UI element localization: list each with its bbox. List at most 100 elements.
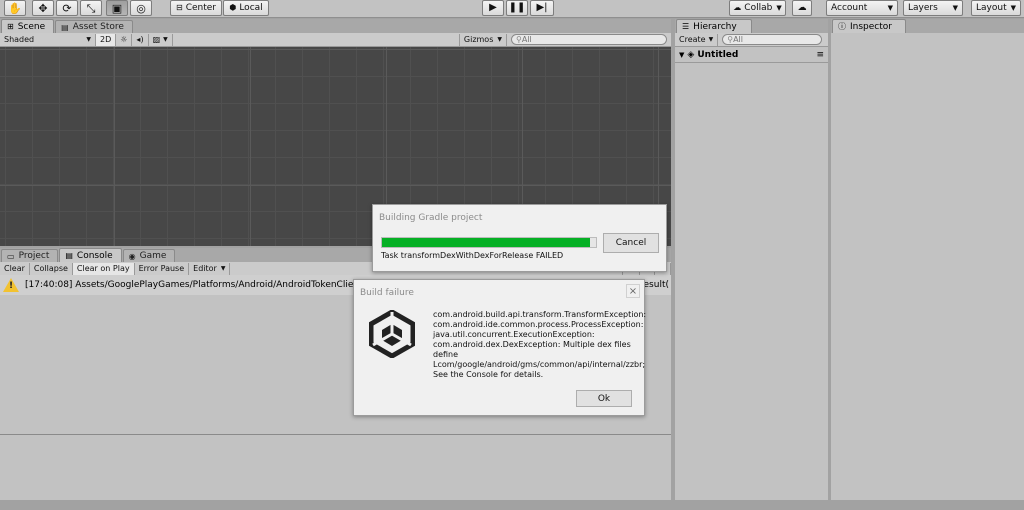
console-split-divider[interactable] bbox=[0, 434, 671, 435]
message-line: com.android.dex.DexException: Multiple d… bbox=[433, 340, 631, 349]
clear-button[interactable]: Clear bbox=[0, 262, 30, 275]
collapse-label: Collapse bbox=[33, 264, 68, 273]
rotate-tool-button[interactable]: ⟳ bbox=[56, 0, 78, 16]
tab-inspector[interactable]: ⓘ Inspector bbox=[832, 19, 906, 33]
hierarchy-search-field[interactable]: ⚲ bbox=[722, 34, 823, 45]
collab-dropdown[interactable]: ☁ Collab ▼ bbox=[729, 0, 786, 16]
account-label: Account bbox=[831, 3, 868, 13]
tab-project[interactable]: ▭ Project bbox=[1, 249, 59, 262]
audio-toggle-button[interactable]: ◂) bbox=[132, 33, 149, 46]
step-button[interactable]: ▶| bbox=[530, 0, 554, 16]
context-menu-icon[interactable]: ≡ bbox=[816, 50, 824, 60]
effects-dropdown[interactable]: ▨ ▼ bbox=[149, 33, 173, 46]
space-label: Local bbox=[239, 3, 263, 13]
chevron-down-icon: ▼ bbox=[220, 265, 226, 272]
expand-triangle-icon: ▼ bbox=[679, 51, 685, 59]
close-icon: × bbox=[628, 285, 638, 297]
clear-label: Clear bbox=[4, 264, 25, 273]
editor-dropdown[interactable]: Editor ▼ bbox=[189, 262, 231, 275]
chevron-down-icon: ▼ bbox=[1010, 4, 1016, 12]
close-button[interactable]: × bbox=[626, 284, 640, 298]
tab-game[interactable]: ◉ Game bbox=[122, 249, 176, 262]
2d-label: 2D bbox=[100, 35, 112, 44]
lighting-toggle-button[interactable]: ☼ bbox=[116, 33, 133, 46]
scene-control-bar: Shaded ▼ 2D ☼ ◂) ▨ ▼ Gizmos ▼ ⚲ bbox=[0, 33, 671, 47]
cloud-icon: ☁ bbox=[797, 2, 807, 13]
create-dropdown[interactable]: Create ▼ bbox=[675, 33, 719, 46]
scene-search-field[interactable]: ⚲ bbox=[511, 34, 667, 45]
message-line: Lcom/google/android/gms/common/api/inter… bbox=[433, 360, 646, 369]
2d-toggle-button[interactable]: 2D bbox=[96, 33, 117, 46]
chevron-down-icon: ▼ bbox=[497, 36, 502, 43]
step-icon: ▶| bbox=[536, 2, 548, 13]
scale-tool-button[interactable]: ⤡ bbox=[80, 0, 102, 16]
build-progress-bar bbox=[381, 237, 597, 248]
build-status-text: Task transformDexWithDexForRelease FAILE… bbox=[381, 251, 564, 260]
play-button[interactable]: ▶ bbox=[482, 0, 504, 16]
hierarchy-panel: ☰ Hierarchy Create ▼ ⚲ ▼ ◈ Untitled ≡ bbox=[675, 19, 828, 500]
tab-label: Scene bbox=[17, 21, 46, 32]
message-line: com.android.ide.common.process.ProcessEx… bbox=[433, 320, 644, 329]
space-toggle-button[interactable]: ⬢ Local bbox=[223, 0, 269, 16]
log-entry-tail-text: esult( bbox=[643, 280, 669, 290]
console-icon: ▤ bbox=[65, 251, 73, 260]
dialog-title: Build failure bbox=[360, 288, 414, 298]
info-icon: ⓘ bbox=[838, 22, 846, 31]
hand-icon: ✋ bbox=[8, 1, 22, 15]
collab-label: Collab bbox=[744, 3, 773, 13]
gradle-build-dialog: Building Gradle project Cancel Task tran… bbox=[372, 204, 667, 272]
ok-button[interactable]: Ok bbox=[576, 390, 632, 407]
cube-icon: ⬢ bbox=[229, 3, 237, 12]
folder-icon: ▭ bbox=[7, 251, 15, 261]
status-bar bbox=[0, 500, 671, 510]
message-line: See the Console for details. bbox=[433, 370, 544, 379]
pause-button[interactable]: ❚❚ bbox=[506, 0, 528, 16]
cancel-button[interactable]: Cancel bbox=[603, 233, 659, 253]
unity-scene-icon: ◈ bbox=[687, 50, 695, 60]
clear-on-play-button[interactable]: Clear on Play bbox=[72, 262, 135, 275]
pivot-toggle-button[interactable]: ⊟ Center bbox=[170, 0, 222, 16]
tab-label: Hierarchy bbox=[693, 21, 737, 32]
message-line: java.util.concurrent.ExecutionException: bbox=[433, 330, 595, 339]
build-progress-fill bbox=[382, 238, 590, 247]
main-toolbar: ✋ ✥ ⟳ ⤡ ▣ ◎ ⊟ Center ⬢ Local ▶ ❚❚ ▶| ☁ C… bbox=[0, 0, 1024, 18]
transform-tool-button[interactable]: ◎ bbox=[130, 0, 152, 16]
rect-icon: ▣ bbox=[111, 1, 123, 15]
rotate-icon: ⟳ bbox=[62, 1, 72, 15]
hierarchy-tabbar: ☰ Hierarchy bbox=[675, 19, 828, 33]
inspector-tabbar: ⓘ Inspector bbox=[831, 19, 1024, 33]
tab-console[interactable]: ▤ Console bbox=[59, 248, 122, 262]
error-pause-button[interactable]: Error Pause bbox=[135, 262, 190, 275]
layers-dropdown[interactable]: Layers ▼ bbox=[903, 0, 963, 16]
shading-mode-dropdown[interactable]: Shaded ▼ bbox=[0, 33, 96, 46]
chevron-down-icon: ▼ bbox=[708, 36, 714, 43]
scale-icon: ⤡ bbox=[86, 1, 96, 15]
hand-tool-button[interactable]: ✋ bbox=[4, 0, 26, 16]
tab-hierarchy[interactable]: ☰ Hierarchy bbox=[676, 19, 752, 33]
move-tool-button[interactable]: ✥ bbox=[32, 0, 54, 16]
pause-icon: ❚❚ bbox=[508, 2, 526, 13]
tab-asset-store[interactable]: ▤ Asset Store bbox=[55, 20, 133, 33]
hierarchy-scene-row[interactable]: ▼ ◈ Untitled bbox=[679, 50, 738, 60]
gizmos-label: Gizmos bbox=[463, 35, 494, 44]
play-icon: ▶ bbox=[489, 2, 497, 13]
panel-splitter[interactable] bbox=[671, 19, 675, 510]
layout-dropdown[interactable]: Layout ▼ bbox=[971, 0, 1021, 16]
chevron-down-icon: ▼ bbox=[86, 36, 91, 43]
scene-tabbar: ⊞ Scene ▤ Asset Store bbox=[0, 19, 671, 33]
account-dropdown[interactable]: Account ▼ bbox=[826, 0, 898, 16]
chevron-down-icon: ▼ bbox=[952, 4, 958, 12]
cloud-check-icon: ☁ bbox=[733, 3, 742, 12]
panel-splitter[interactable] bbox=[828, 19, 831, 510]
tab-scene[interactable]: ⊞ Scene bbox=[1, 19, 55, 33]
rect-tool-button[interactable]: ▣ bbox=[106, 0, 128, 16]
clear-on-play-label: Clear on Play bbox=[76, 264, 130, 273]
cancel-label: Cancel bbox=[615, 238, 647, 248]
collapse-button[interactable]: Collapse bbox=[30, 262, 73, 275]
inspector-panel: ⓘ Inspector bbox=[831, 19, 1024, 500]
hierarchy-search-input[interactable] bbox=[733, 35, 822, 44]
cloud-services-button[interactable]: ☁ bbox=[792, 0, 812, 16]
shading-mode-label: Shaded bbox=[4, 35, 35, 44]
scene-search-input[interactable] bbox=[521, 35, 666, 44]
gizmos-dropdown[interactable]: Gizmos ▼ bbox=[458, 33, 507, 46]
